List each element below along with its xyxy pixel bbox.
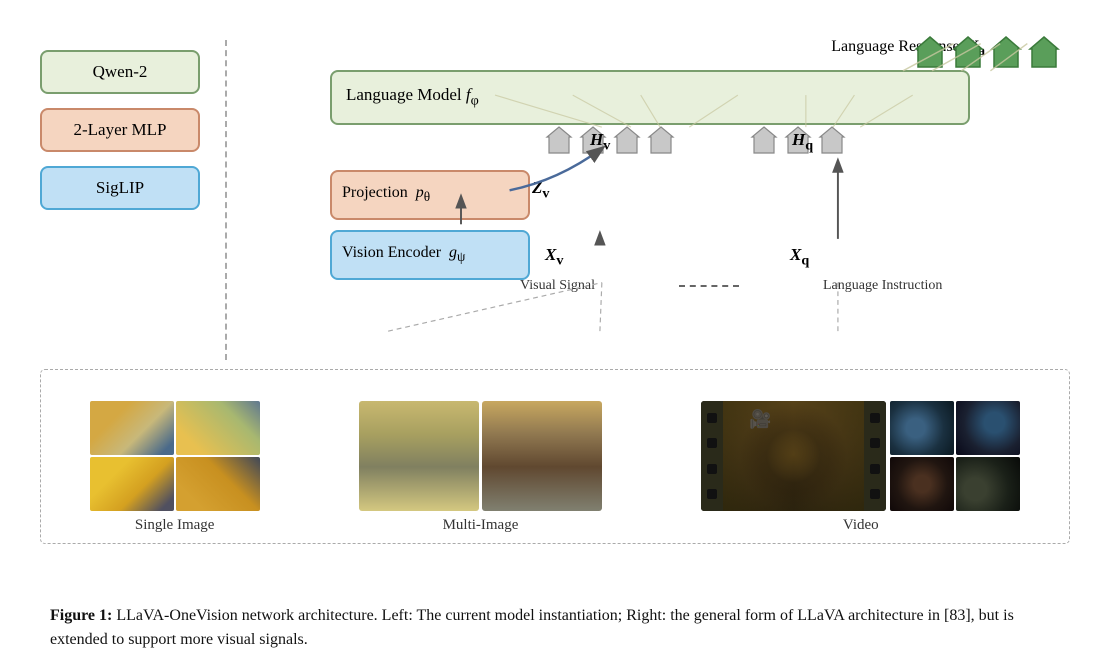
film-hole-6 [870, 438, 880, 448]
images-row: Single Image Multi-Image [40, 401, 1070, 534]
taxi-image-1 [90, 401, 174, 455]
multi-image-group: Multi-Image [359, 401, 602, 534]
figure-num: Figure 1: [50, 607, 112, 624]
video-content: 🎥 [723, 401, 864, 511]
siglip-label: SigLIP [96, 178, 144, 197]
gray-token-hv-3 [613, 125, 641, 155]
camera-icon: 🎥 [749, 409, 771, 430]
vision-encoder-label: Vision Encoder gψ [342, 244, 465, 265]
figure-caption: Figure 1: LLaVA-OneVision network archit… [30, 604, 1080, 652]
dashed-separator [679, 285, 739, 287]
mlp-label: 2-Layer MLP [73, 120, 166, 139]
vision-encoder-box: Vision Encoder gψ [330, 230, 530, 280]
monkey-image [482, 401, 602, 511]
diagram-area: Qwen-2 2-Layer MLP SigLIP Language Model… [30, 20, 1080, 594]
video-label: Video [843, 517, 879, 534]
main-container: Qwen-2 2-Layer MLP SigLIP Language Model… [0, 0, 1110, 672]
film-hole-7 [870, 464, 880, 474]
label-hq: Hq [792, 130, 813, 154]
language-instruction-label: Language Instruction [823, 278, 942, 294]
qwen-box: Qwen-2 [40, 50, 200, 94]
video-right-filmstrip [864, 401, 886, 511]
language-model-box: Language Model fφ [330, 70, 970, 125]
green-output-tokens [914, 35, 1060, 69]
right-diagram: Language Model fφ Language Response Xa [250, 30, 1080, 370]
label-xv: Xv [545, 245, 563, 269]
single-image-group: Single Image [90, 401, 260, 534]
mlp-box: 2-Layer MLP [40, 108, 200, 152]
qwen-label: Qwen-2 [93, 62, 148, 81]
video-left-filmstrip [701, 401, 723, 511]
siglip-box: SigLIP [40, 166, 200, 210]
visual-signal-label: Visual Signal [520, 278, 595, 294]
left-panel: Qwen-2 2-Layer MLP SigLIP [40, 50, 200, 210]
green-token-1 [914, 35, 946, 69]
film-hole-3 [707, 464, 717, 474]
multi-image-pair [359, 401, 602, 511]
film-hole-2 [707, 438, 717, 448]
dog-image [359, 401, 479, 511]
label-zv: Zv [532, 178, 549, 202]
taxi-image-2 [176, 401, 260, 455]
film-hole-1 [707, 413, 717, 423]
video-cell-3 [890, 457, 954, 511]
projection-box: Projection pθ [330, 170, 530, 220]
video-main: 🎥 [701, 401, 886, 511]
label-xq: Xq [790, 245, 809, 269]
lang-model-label: Language Model fφ [346, 85, 479, 109]
projection-label: Projection pθ [342, 184, 430, 205]
video-group: 🎥 [701, 401, 1020, 534]
green-token-2 [952, 35, 984, 69]
gray-token-hq-3 [818, 125, 846, 155]
video-spiral [723, 401, 864, 511]
multi-image-label: Multi-Image [443, 517, 519, 534]
gray-token-hq-1 [750, 125, 778, 155]
video-cell-1 [890, 401, 954, 455]
divider-line [225, 40, 227, 360]
gray-token-hv-1 [545, 125, 573, 155]
video-cell-2 [956, 401, 1020, 455]
film-hole-8 [870, 489, 880, 499]
taxi-image-3 [90, 457, 174, 511]
gray-token-hv-4 [647, 125, 675, 155]
signal-labels: Visual Signal Language Instruction [520, 278, 942, 294]
video-cell-4 [956, 457, 1020, 511]
video-grid [890, 401, 1020, 511]
green-token-4 [1028, 35, 1060, 69]
green-token-3 [990, 35, 1022, 69]
film-hole-4 [707, 489, 717, 499]
film-hole-5 [870, 413, 880, 423]
taxi-image-4 [176, 457, 260, 511]
label-hv: Hv [590, 130, 610, 154]
single-image-label: Single Image [135, 517, 215, 534]
caption-text: LLaVA-OneVision network architecture. Le… [50, 607, 1014, 648]
single-image-grid [90, 401, 260, 511]
